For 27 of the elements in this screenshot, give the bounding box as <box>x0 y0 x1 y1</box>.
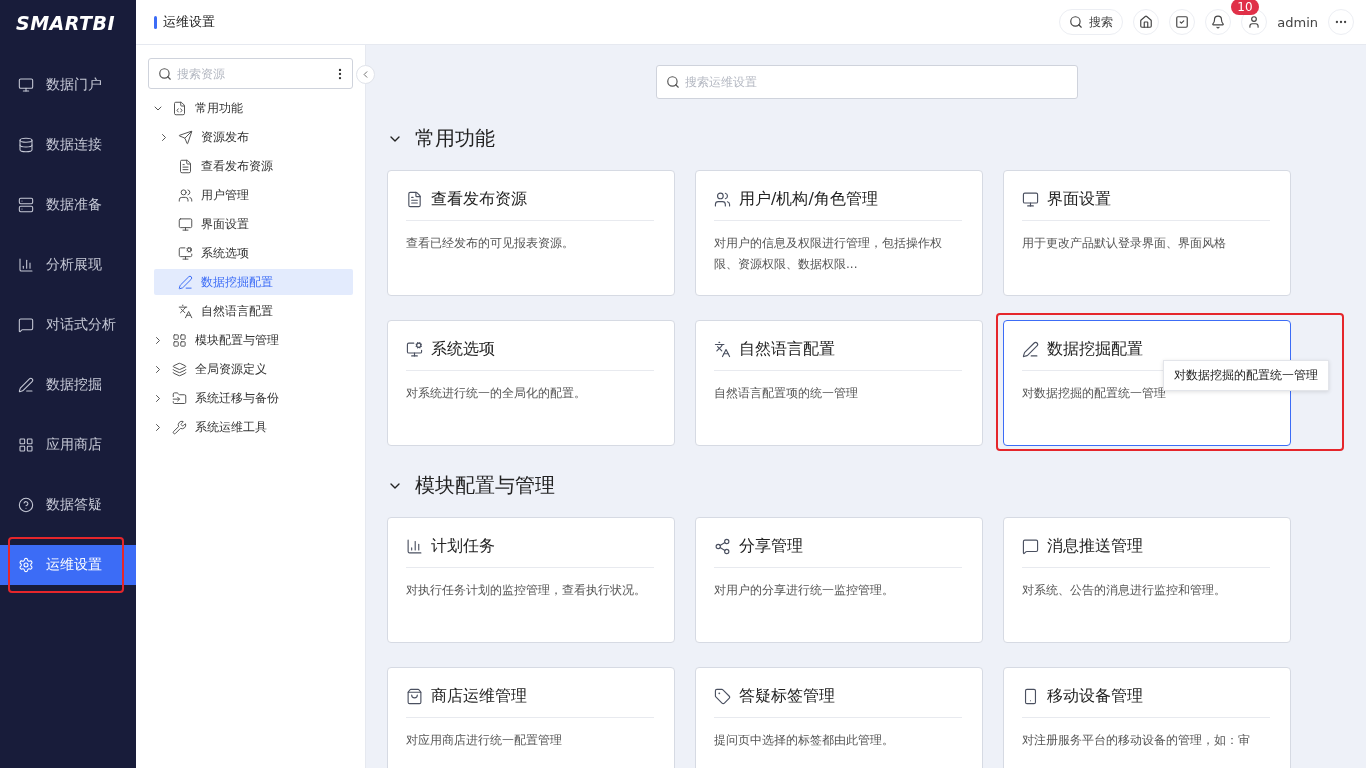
card-title: 移动设备管理 <box>1047 686 1143 707</box>
card-description: 用于更改产品默认登录界面、界面风格 <box>1022 235 1227 252</box>
card-title: 分享管理 <box>739 536 803 557</box>
card-description: 对用户的信息及权限进行管理，包括操作权限、资源权限、数据权限... <box>714 235 943 273</box>
page-title: 运维设置 <box>163 13 215 31</box>
card-title: 消息推送管理 <box>1047 536 1143 557</box>
card-title: 答疑标签管理 <box>739 686 835 707</box>
card-title: 自然语言配置 <box>739 339 835 360</box>
card-title: 系统选项 <box>431 339 495 360</box>
card-title: 界面设置 <box>1047 189 1111 210</box>
card-description: 查看已经发布的可见报表资源。 <box>406 235 575 252</box>
card-description: 对注册服务平台的移动设备的管理，如：审 <box>1022 732 1251 749</box>
card-title: 商店运维管理 <box>431 686 527 707</box>
card-description: 提问页中选择的标签都由此管理。 <box>714 732 895 749</box>
card-description: 对应用商店进行统一配置管理 <box>406 732 563 749</box>
card-description: 自然语言配置项的统一管理 <box>714 385 859 402</box>
card-title: 查看发布资源 <box>431 189 527 210</box>
card-description: 对系统、公告的消息进行监控和管理。 <box>1022 582 1227 599</box>
card-description: 对执行任务计划的监控管理，查看执行状况。 <box>406 582 647 599</box>
card-description: 对系统进行统一的全局化的配置。 <box>406 385 587 402</box>
tooltip: 对数据挖掘的配置统一管理 <box>1163 360 1329 391</box>
card-description: 对用户的分享进行统一监控管理。 <box>714 582 895 599</box>
card-title: 计划任务 <box>431 536 495 557</box>
notification-count: 10 <box>1231 0 1259 15</box>
card-title: 用户/机构/角色管理 <box>739 189 878 210</box>
logo: SMARTBI <box>15 10 117 36</box>
card-title: 数据挖掘配置 <box>1047 339 1143 360</box>
